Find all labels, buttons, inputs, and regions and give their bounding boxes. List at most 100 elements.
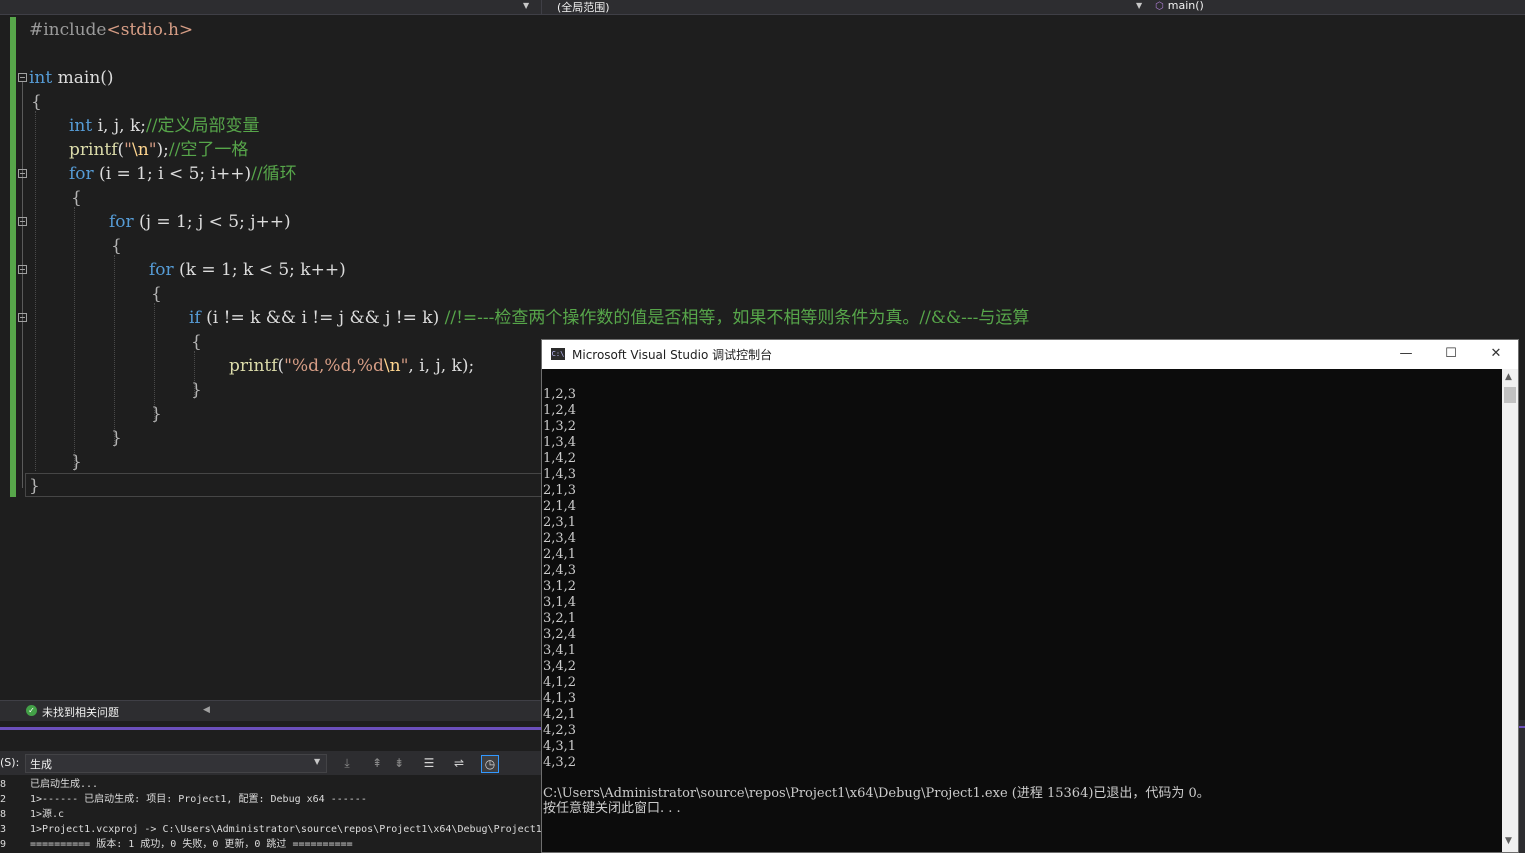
console-app-icon: C:\ — [551, 348, 565, 360]
code-line-14: { — [191, 332, 202, 352]
output-source-label: (S): — [0, 756, 20, 769]
console-result-line: 4,1,3 — [543, 691, 577, 706]
console-result-line: 1,4,2 — [543, 451, 577, 466]
output-source-select[interactable]: 生成 ▼ — [25, 754, 327, 773]
code-line-17: } — [151, 404, 162, 424]
console-result-line: 4,3,2 — [543, 755, 577, 770]
console-result-line: 4,3,1 — [543, 739, 577, 754]
code-line-8: { — [71, 188, 82, 208]
output-line: 8 1>源.c — [0, 809, 65, 820]
code-line-9: for (j = 1; j < 5; j++) — [109, 212, 291, 232]
scope-dropdown-arrow-icon[interactable]: ▼ — [1136, 1, 1142, 10]
clear-all-icon[interactable]: ☰ — [421, 755, 437, 771]
console-result-line: 3,4,2 — [543, 659, 577, 674]
issues-message[interactable]: 未找到相关问题 — [42, 704, 119, 720]
indent-guide — [35, 111, 36, 471]
code-line-18: } — [111, 428, 122, 448]
console-result-line: 4,1,2 — [543, 675, 577, 690]
scope-dropdown[interactable]: (全局范围) — [557, 0, 610, 15]
output-toolbar: (S): 生成 ▼ ⤓ ⇞ ⇟ ☰ ⇌ ◷ — [0, 751, 541, 775]
current-line-highlight — [25, 473, 543, 497]
code-line-1: #include<stdio.h> — [29, 20, 194, 40]
output-line: 2 1>------ 已启动生成: 项目: Project1, 配置: Debug… — [0, 794, 367, 805]
maximize-icon[interactable]: ☐ — [1436, 343, 1466, 365]
function-name: main() — [1167, 0, 1204, 12]
code-line-12: { — [151, 284, 162, 304]
indent-guide — [74, 207, 75, 471]
fold-for-j-icon[interactable] — [18, 217, 27, 226]
find-message-icon[interactable]: ⤓ — [339, 755, 355, 771]
minimize-icon[interactable]: — — [1391, 343, 1421, 365]
console-result-line: 1,2,3 — [543, 387, 577, 402]
console-result-line: 4,2,1 — [543, 707, 577, 722]
code-line-15: printf("%d,%d,%d\n", i, j, k); — [229, 356, 475, 376]
nav-separator — [541, 0, 542, 14]
console-result-line: 3,2,4 — [543, 627, 577, 642]
issues-status-bar: ✓ 未找到相关问题 ◀ — [0, 700, 541, 721]
debug-console-window[interactable]: C:\ Microsoft Visual Studio 调试控制台 — ☐ ✕ … — [541, 339, 1519, 853]
code-line-3: int main() — [29, 68, 114, 88]
console-result-line: 2,1,4 — [543, 499, 577, 514]
console-result-line: 1,2,4 — [543, 403, 577, 418]
console-result-line: 3,1,4 — [543, 595, 577, 610]
check-circle-icon: ✓ — [26, 705, 37, 716]
console-result-line: 1,3,4 — [543, 435, 577, 450]
console-scrollbar[interactable]: ▲ ▼ — [1502, 369, 1518, 852]
console-result-line: 2,3,1 — [543, 515, 577, 530]
console-result-line: 1,4,3 — [543, 467, 577, 482]
next-message-icon[interactable]: ⇟ — [391, 755, 407, 771]
console-result-line: 3,2,1 — [543, 611, 577, 626]
console-result-line: 3,4,1 — [543, 643, 577, 658]
output-panel: (S): 生成 ▼ ⤓ ⇞ ⇟ ☰ ⇌ ◷ 8 已启动生成... 2 1>-----… — [0, 731, 542, 853]
console-output[interactable]: 1,2,3 1,2,4 1,3,2 1,3,4 1,4,2 1,4,3 2,1,3 2,1,4… — [542, 369, 1502, 852]
console-result-line: 2,3,4 — [543, 531, 577, 546]
right-edge-accent — [1519, 726, 1525, 728]
scrollbar-thumb[interactable] — [1504, 387, 1516, 403]
output-line: 8 已启动生成... — [0, 779, 99, 790]
panel-divider — [0, 727, 541, 730]
scroll-up-icon[interactable]: ▲ — [1505, 372, 1512, 382]
scroll-left-icon[interactable]: ◀ — [203, 705, 210, 715]
console-title-bar[interactable]: C:\ Microsoft Visual Studio 调试控制台 — ☐ ✕ — [542, 340, 1518, 369]
timestamp-toggle-icon[interactable]: ◷ — [481, 755, 499, 773]
console-result-line: 2,1,3 — [543, 483, 577, 498]
console-title: Microsoft Visual Studio 调试控制台 — [572, 348, 773, 362]
code-line-13: if (i != k && i != j && j != k) //!=---检… — [189, 308, 1030, 328]
code-line-11: for (k = 1; k < 5; k++) — [149, 260, 346, 280]
right-edge-strip — [1519, 720, 1525, 853]
output-line: 3 1>Project1.vcxproj -> C:\Users\Administ… — [0, 824, 542, 835]
project-dropdown-arrow-icon[interactable]: ▼ — [523, 1, 529, 10]
console-result-line: 2,4,1 — [543, 547, 577, 562]
code-line-4: { — [31, 92, 42, 112]
console-result-line: 1,3,2 — [543, 419, 577, 434]
word-wrap-icon[interactable]: ⇌ — [451, 755, 467, 771]
code-line-19: } — [71, 452, 82, 472]
code-line-6: printf("\n");//空了一格 — [69, 140, 249, 160]
fold-main-icon[interactable] — [18, 73, 27, 82]
code-line-16: } — [191, 380, 202, 400]
fold-for-k-icon[interactable] — [18, 265, 27, 274]
console-press-key-message: 按任意键关闭此窗口. . . — [543, 801, 681, 816]
navigation-bar: ▼ (全局范围) ▼ ⬡ main() — [0, 0, 1525, 15]
fold-main-line — [22, 82, 23, 488]
console-result-line: 3,1,2 — [543, 579, 577, 594]
output-source-value: 生成 — [30, 758, 52, 771]
fold-for-i-icon[interactable] — [18, 169, 27, 178]
scroll-down-icon[interactable]: ▼ — [1505, 836, 1512, 846]
console-exit-message: C:\Users\Administrator\source\repos\Proj… — [543, 786, 1210, 801]
function-dropdown[interactable]: ⬡ main() — [1155, 0, 1204, 12]
method-cube-icon: ⬡ — [1155, 1, 1164, 12]
fold-if-icon[interactable] — [18, 313, 27, 322]
close-icon[interactable]: ✕ — [1481, 343, 1511, 365]
code-line-7: for (i = 1; i < 5; i++)//循环 — [69, 164, 297, 184]
code-line-5: int i, j, k;//定义局部变量 — [69, 116, 260, 136]
previous-message-icon[interactable]: ⇞ — [369, 755, 385, 771]
output-line: 9 ========== 版本: 1 成功，0 失败，0 更新，0 跳过 ====… — [0, 839, 353, 850]
code-line-10: { — [111, 236, 122, 256]
change-indicator-bar — [10, 17, 16, 497]
console-result-line: 2,4,3 — [543, 563, 577, 578]
code-line-20: } — [29, 476, 40, 496]
console-result-line: 4,2,3 — [543, 723, 577, 738]
chevron-down-icon: ▼ — [314, 757, 321, 766]
indent-guide — [114, 255, 115, 447]
